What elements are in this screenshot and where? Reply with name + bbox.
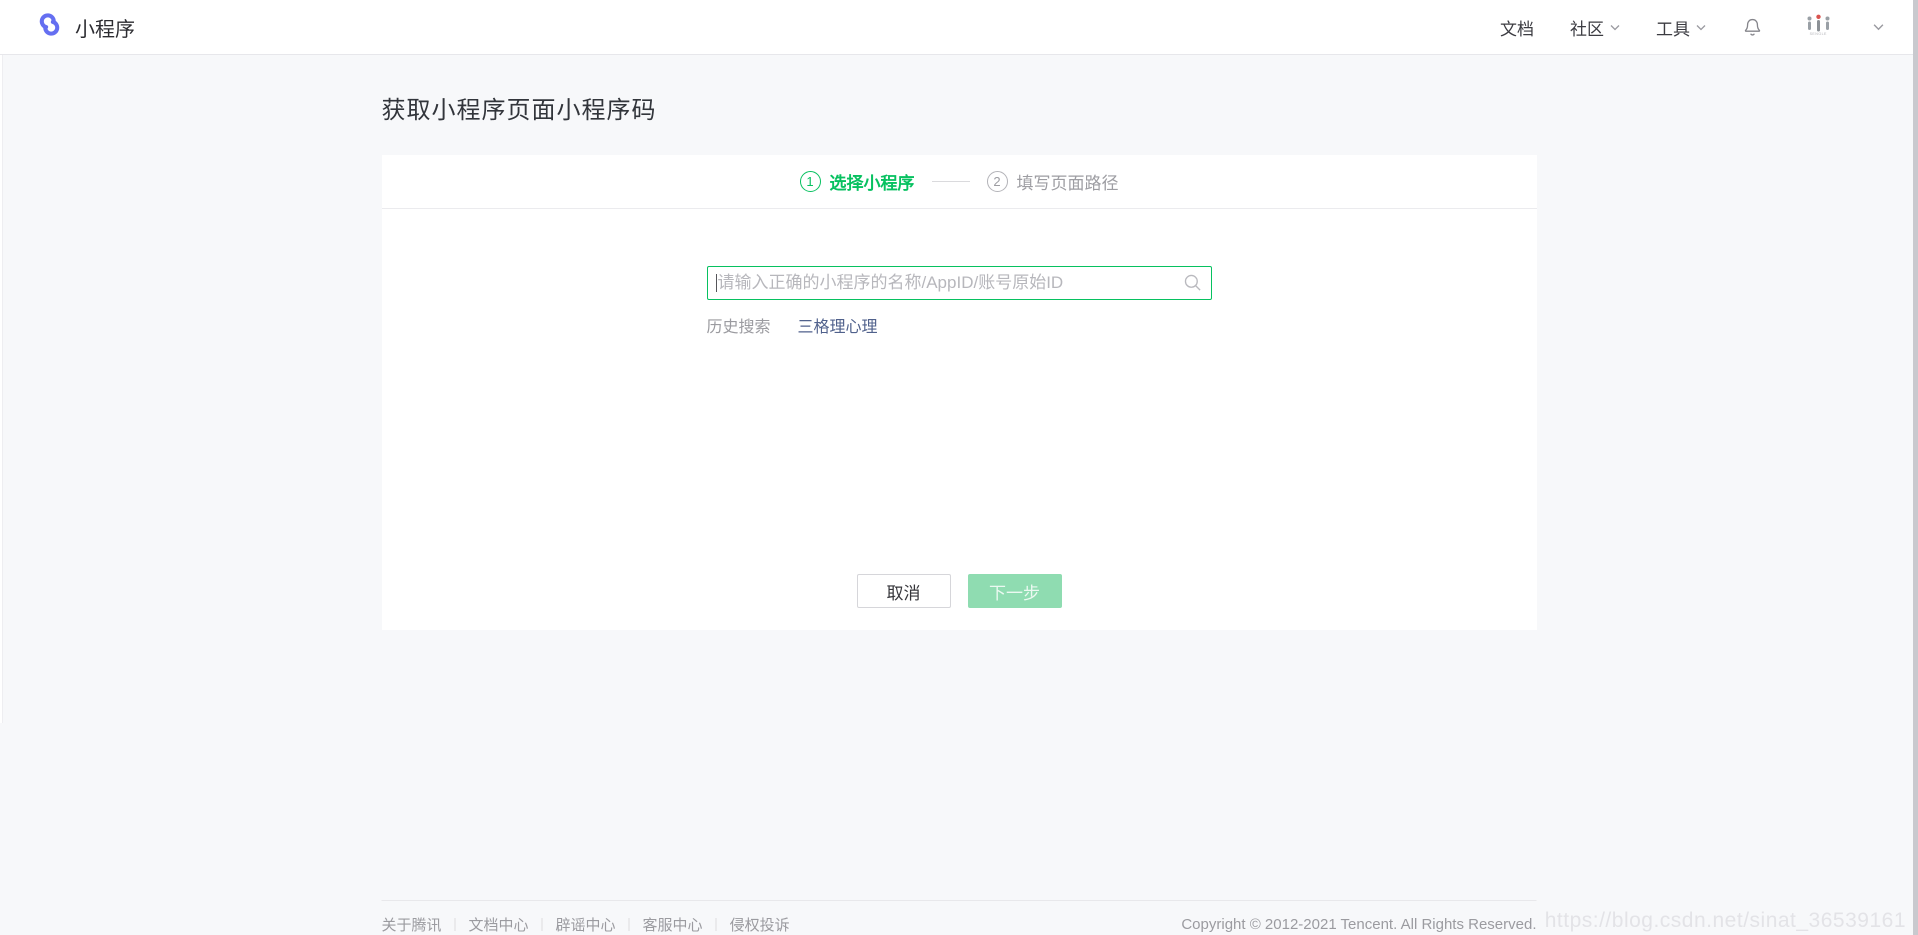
step-select-miniprogram: 1 选择小程序 bbox=[800, 169, 915, 194]
nav-label: 社区 bbox=[1570, 15, 1604, 40]
page-title: 获取小程序页面小程序码 bbox=[382, 90, 1537, 125]
action-buttons: 取消 下一步 bbox=[382, 574, 1537, 608]
footer-divider bbox=[542, 918, 543, 931]
history-label: 历史搜索 bbox=[707, 313, 771, 337]
nav-item-community[interactable]: 社区 bbox=[1570, 15, 1620, 40]
footer-links: 关于腾讯 文档中心 辟谣中心 客服中心 侵权投诉 bbox=[382, 914, 790, 935]
nav-item-docs[interactable]: 文档 bbox=[1500, 15, 1534, 40]
miniprogram-logo-icon bbox=[36, 11, 63, 43]
footer-link-infringement[interactable]: 侵权投诉 bbox=[730, 914, 790, 935]
chevron-down-icon bbox=[1610, 24, 1620, 31]
topbar: 小程序 文档 社区 工具 bbox=[0, 0, 1918, 55]
account-chevron-down-icon[interactable] bbox=[1873, 23, 1884, 31]
footer: 关于腾讯 文档中心 辟谣中心 客服中心 侵权投诉 Copyright © 201… bbox=[382, 900, 1537, 935]
notification-bell-icon[interactable] bbox=[1742, 16, 1763, 38]
footer-divider bbox=[716, 918, 717, 931]
top-nav: 文档 社区 工具 bbox=[1500, 14, 1884, 41]
avatar-caption: SENGLE bbox=[1809, 32, 1826, 36]
nav-label: 文档 bbox=[1500, 15, 1534, 40]
search-icon[interactable] bbox=[1183, 273, 1202, 297]
cancel-button[interactable]: 取消 bbox=[857, 574, 951, 608]
scrollbar[interactable] bbox=[1913, 0, 1918, 935]
chevron-down-icon bbox=[1696, 24, 1706, 31]
step-1-label: 选择小程序 bbox=[830, 169, 915, 194]
step-fill-page-path: 2 填写页面路径 bbox=[987, 169, 1119, 194]
nav-label: 工具 bbox=[1656, 15, 1690, 40]
nav-item-tools[interactable]: 工具 bbox=[1656, 15, 1706, 40]
footer-divider bbox=[629, 918, 630, 931]
copyright-text: Copyright © 2012-2021 Tencent. All Right… bbox=[1181, 916, 1536, 933]
footer-link-service-center[interactable]: 客服中心 bbox=[643, 914, 703, 935]
step-2-label: 填写页面路径 bbox=[1017, 169, 1119, 194]
step-2-circle: 2 bbox=[987, 171, 1008, 192]
csdn-watermark: https://blog.csdn.net/sinat_36539161 bbox=[1545, 909, 1906, 933]
card-content: 历史搜索 三格理心理 取消 下一步 bbox=[382, 209, 1537, 630]
footer-link-about-tencent[interactable]: 关于腾讯 bbox=[382, 914, 442, 935]
main-content: 获取小程序页面小程序码 1 选择小程序 2 填写页面路径 bbox=[382, 90, 1537, 630]
search-box bbox=[707, 266, 1212, 300]
next-step-button[interactable]: 下一步 bbox=[968, 574, 1062, 608]
miniprogram-logo[interactable]: 小程序 bbox=[36, 11, 135, 43]
avatar[interactable]: SENGLE bbox=[1799, 14, 1837, 41]
logo-text: 小程序 bbox=[75, 13, 135, 42]
footer-divider bbox=[455, 918, 456, 931]
wizard-card: 1 选择小程序 2 填写页面路径 bbox=[382, 155, 1537, 630]
stepper: 1 选择小程序 2 填写页面路径 bbox=[382, 155, 1537, 209]
footer-link-rumor-center[interactable]: 辟谣中心 bbox=[556, 914, 616, 935]
footer-link-docs-center[interactable]: 文档中心 bbox=[469, 914, 529, 935]
history-item-link[interactable]: 三格理心理 bbox=[798, 313, 878, 337]
left-gutter bbox=[0, 55, 3, 723]
miniprogram-search-input[interactable] bbox=[707, 266, 1212, 300]
stepper-connector bbox=[932, 181, 970, 182]
search-history: 历史搜索 三格理心理 bbox=[707, 313, 1212, 337]
avatar-logo-figures bbox=[1805, 14, 1832, 33]
step-1-circle: 1 bbox=[800, 171, 821, 192]
